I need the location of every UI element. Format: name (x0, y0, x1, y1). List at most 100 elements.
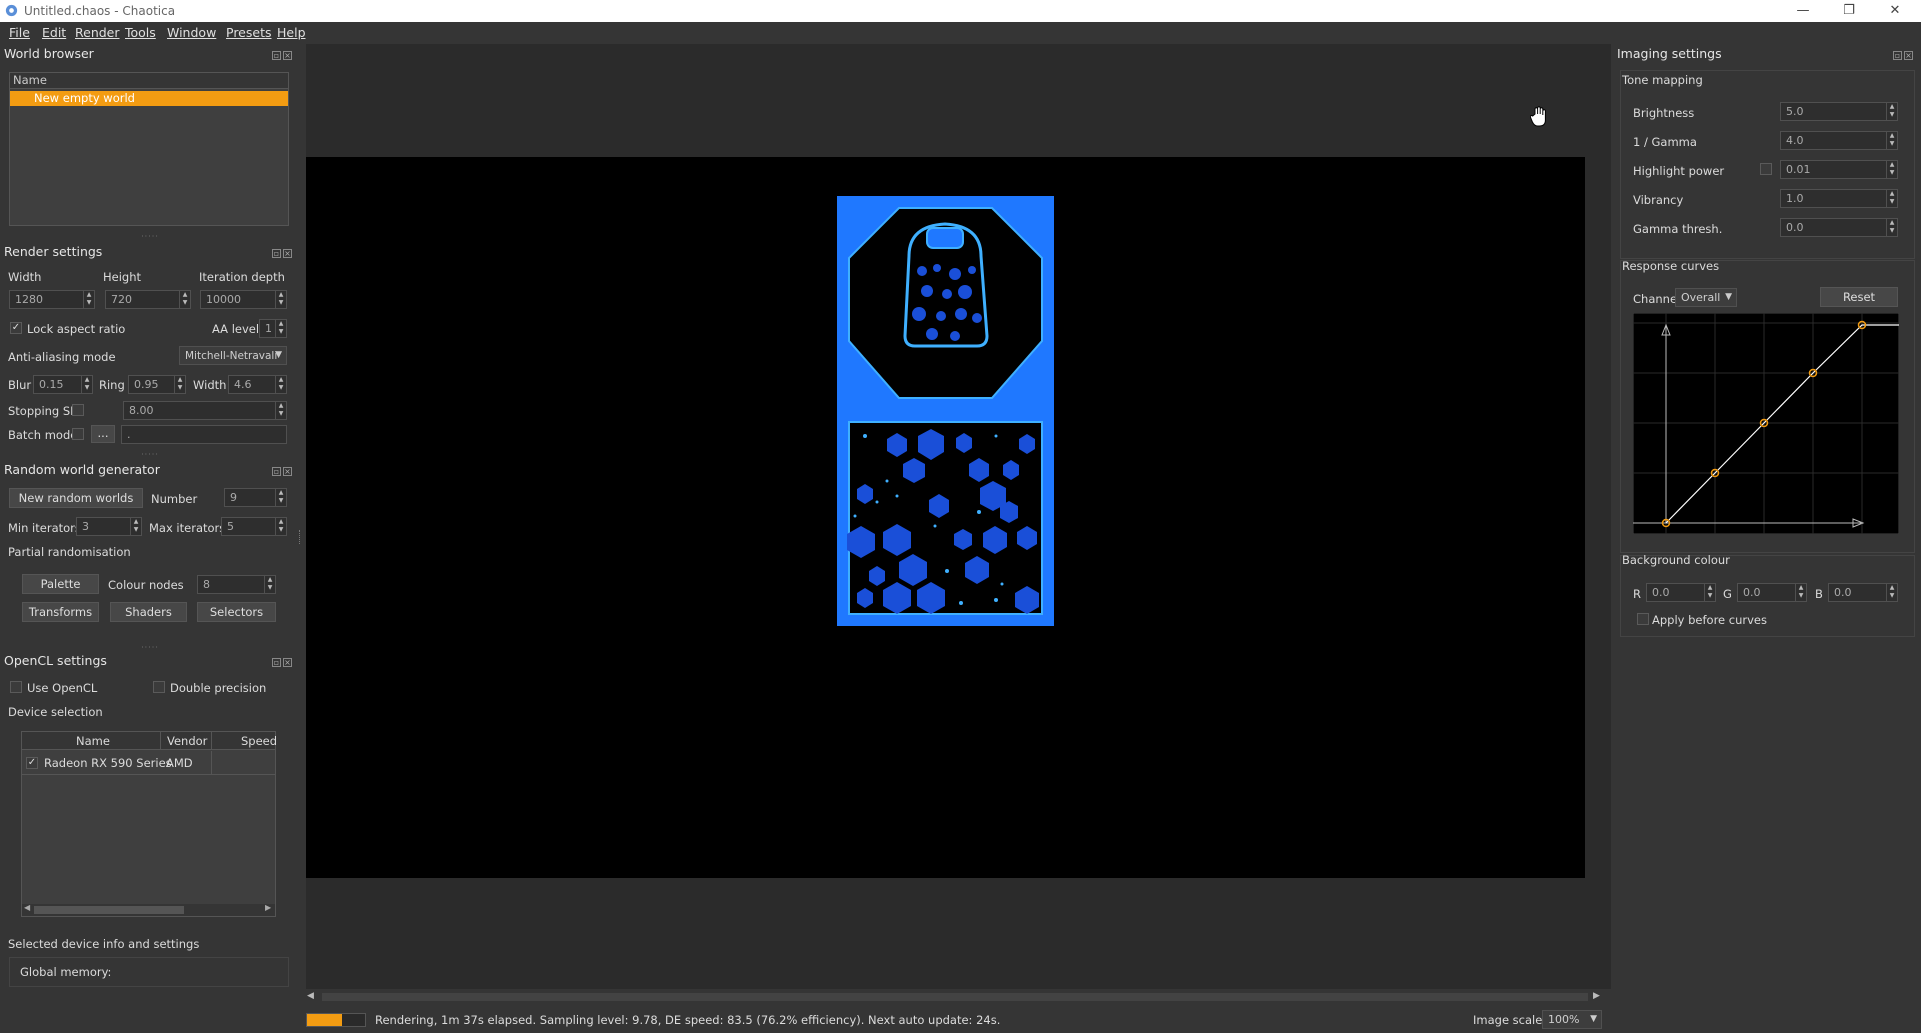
use-opencl-checkbox[interactable] (10, 681, 22, 693)
close-icon[interactable]: × (1904, 51, 1913, 60)
filter-width-spinbox[interactable]: 4.6 ▲ ▼ (228, 375, 287, 394)
iteration-depth-spinbox[interactable]: 10000 ▲ ▼ (200, 290, 287, 309)
number-spinbox[interactable]: 9 ▲ ▼ (224, 488, 287, 507)
spin-arrows-icon[interactable]: ▲ ▼ (275, 489, 286, 506)
stopping-sl-spinbox[interactable]: 8.00 ▲ ▼ (123, 401, 287, 420)
float-icon[interactable]: ▫ (1893, 51, 1902, 60)
shaders-button[interactable]: Shaders (110, 602, 187, 622)
palette-button[interactable]: Palette (22, 574, 99, 594)
apply-before-curves-checkbox[interactable] (1637, 613, 1649, 625)
scroll-left-icon[interactable]: ◀ (24, 903, 30, 912)
spin-arrows-icon[interactable]: ▲ ▼ (81, 376, 92, 393)
reset-curves-button[interactable]: Reset (1820, 287, 1898, 307)
stopping-sl-checkbox[interactable] (72, 404, 84, 416)
imaging-dock-buttons[interactable]: ▫ × (1893, 47, 1915, 60)
selectors-button[interactable]: Selectors (197, 602, 276, 622)
colour-nodes-spinbox[interactable]: 8 ▲ ▼ (197, 575, 276, 594)
spin-arrows-icon[interactable]: ▲ ▼ (130, 518, 141, 535)
spin-arrows-icon[interactable]: ▲ ▼ (174, 376, 185, 393)
max-iterators-spinbox[interactable]: 5 ▲ ▼ (221, 517, 287, 536)
world-browser-dock-buttons[interactable]: ▫ × (272, 47, 294, 60)
blur-spinbox[interactable]: 0.15 ▲ ▼ (33, 375, 93, 394)
gamma-thresh-spinbox[interactable]: 0.0 ▲ ▼ (1780, 218, 1898, 237)
highlight-power-checkbox[interactable] (1760, 163, 1772, 175)
opencl-dock-buttons[interactable]: ▫ × (272, 654, 294, 667)
spin-arrows-icon[interactable]: ▲ ▼ (1886, 584, 1897, 601)
splitter-handle[interactable]: ····· (140, 233, 160, 241)
spin-arrows-icon[interactable]: ▲ ▼ (1886, 132, 1897, 149)
gamma-spinbox[interactable]: 4.0 ▲ ▼ (1780, 131, 1898, 150)
menu-file[interactable]: File (9, 25, 30, 40)
image-scale-combo[interactable]: 100% ▼ (1542, 1010, 1602, 1029)
spin-arrows-icon[interactable]: ▲ ▼ (1886, 190, 1897, 207)
splitter-handle[interactable]: ····· (140, 451, 160, 459)
spin-arrows-icon[interactable]: ▲ ▼ (1886, 161, 1897, 178)
bg-b-spinbox[interactable]: 0.0 ▲ ▼ (1828, 583, 1898, 602)
spin-arrows-icon[interactable]: ▲ ▼ (275, 402, 286, 419)
left-dock-splitter[interactable] (299, 530, 302, 544)
highlight-power-spinbox[interactable]: 0.01 ▲ ▼ (1780, 160, 1898, 179)
menu-tools[interactable]: Tools (125, 25, 156, 40)
transforms-button[interactable]: Transforms (22, 602, 99, 622)
batch-path-field[interactable]: . (121, 425, 287, 444)
device-table-hscroll[interactable]: ◀ ▶ (22, 903, 275, 916)
spin-arrows-icon[interactable]: ▲ ▼ (264, 576, 275, 593)
scroll-right-icon[interactable]: ▶ (265, 903, 271, 912)
lock-aspect-checkbox[interactable]: ✓ (10, 322, 22, 334)
menu-window[interactable]: Window (167, 25, 216, 40)
spin-arrows-icon[interactable]: ▲ ▼ (179, 291, 190, 308)
bg-g-spinbox[interactable]: 0.0 ▲ ▼ (1737, 583, 1807, 602)
float-icon[interactable]: ▫ (272, 51, 281, 60)
spin-arrows-icon[interactable]: ▲ ▼ (1704, 584, 1715, 601)
close-icon[interactable]: × (283, 51, 292, 60)
width-spinbox[interactable]: 1280 ▲ ▼ (9, 290, 95, 309)
float-icon[interactable]: ▫ (272, 249, 281, 258)
float-icon[interactable]: ▫ (272, 658, 281, 667)
bg-r-spinbox[interactable]: 0.0 ▲ ▼ (1646, 583, 1716, 602)
spin-arrows-icon[interactable]: ▲ ▼ (83, 291, 94, 308)
brightness-spinbox[interactable]: 5.0 ▲ ▼ (1780, 102, 1898, 121)
new-random-worlds-button[interactable]: New random worlds (9, 488, 143, 508)
scroll-thumb[interactable] (322, 993, 1588, 1001)
vibrancy-spinbox[interactable]: 1.0 ▲ ▼ (1780, 189, 1898, 208)
column-vendor[interactable]: Vendor (167, 734, 207, 748)
spin-arrows-icon[interactable]: ▲ ▼ (275, 291, 286, 308)
world-list-header[interactable]: Name (10, 73, 288, 89)
maximize-button[interactable]: ❐ (1831, 2, 1867, 20)
spin-arrows-icon[interactable]: ▲ ▼ (1886, 219, 1897, 236)
table-row[interactable]: ✓ Radeon RX 590 Series AMD (22, 751, 275, 775)
close-icon[interactable]: × (283, 467, 292, 476)
spin-arrows-icon[interactable]: ▲ ▼ (275, 518, 286, 535)
spin-arrows-icon[interactable]: ▲ ▼ (275, 320, 286, 337)
spin-arrows-icon[interactable]: ▲ ▼ (275, 376, 286, 393)
render-settings-dock-buttons[interactable]: ▫ × (272, 245, 294, 258)
menu-presets[interactable]: Presets (226, 25, 272, 40)
device-checkbox[interactable]: ✓ (26, 757, 38, 769)
scroll-thumb[interactable] (34, 906, 184, 914)
channel-combo[interactable]: Overall ▼ (1675, 288, 1737, 307)
world-list-item[interactable]: New empty world (10, 91, 288, 106)
ring-spinbox[interactable]: 0.95 ▲ ▼ (128, 375, 186, 394)
response-curve-editor[interactable] (1633, 313, 1899, 534)
viewport-hscroll[interactable]: ◀ ▶ (306, 990, 1605, 1004)
spin-arrows-icon[interactable]: ▲ ▼ (1795, 584, 1806, 601)
min-iterators-spinbox[interactable]: 3 ▲ ▼ (76, 517, 142, 536)
close-icon[interactable]: × (283, 249, 292, 258)
batch-mode-checkbox[interactable] (72, 428, 84, 440)
scroll-left-icon[interactable]: ◀ (307, 991, 314, 1001)
column-speed[interactable]: Speed (241, 734, 277, 748)
close-icon[interactable]: × (283, 658, 292, 667)
spin-arrows-icon[interactable]: ▲ ▼ (1886, 103, 1897, 120)
double-precision-checkbox[interactable] (153, 681, 165, 693)
aa-level-spinbox[interactable]: 1 ▲ ▼ (259, 319, 287, 338)
scroll-right-icon[interactable]: ▶ (1593, 991, 1600, 1001)
minimize-button[interactable]: — (1785, 2, 1821, 20)
splitter-handle[interactable]: ····· (140, 644, 160, 652)
aa-mode-combo[interactable]: Mitchell-Netravali ▼ (179, 346, 287, 365)
batch-browse-button[interactable]: ... (91, 425, 115, 443)
menu-edit[interactable]: Edit (42, 25, 66, 40)
random-world-dock-buttons[interactable]: ▫ × (272, 463, 294, 476)
close-button[interactable]: ✕ (1877, 2, 1913, 20)
float-icon[interactable]: ▫ (272, 467, 281, 476)
column-name[interactable]: Name (76, 734, 110, 748)
